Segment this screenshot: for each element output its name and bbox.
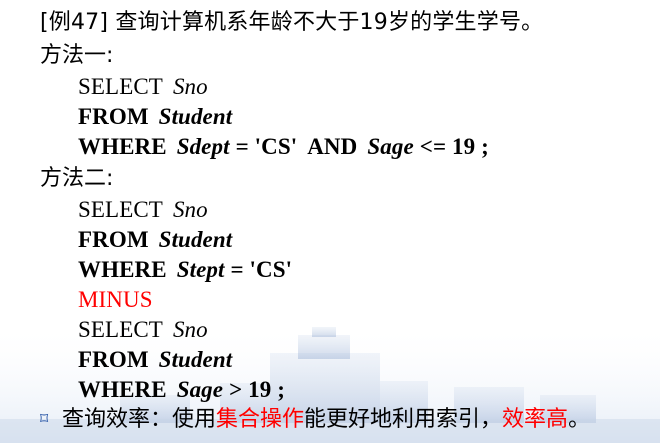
keyword-select: SELECT	[78, 317, 163, 342]
note-middle: 能更好地利用索引，	[304, 407, 503, 432]
method-two-from-line-b: FROM Student	[78, 346, 232, 374]
method-one-where-line: WHERE Sdept = 'CS' AND Sage <= 19 ;	[78, 133, 489, 161]
where-op: = 'CS'	[230, 257, 293, 282]
method-two-where-line-a: WHERE Stept = 'CS'	[78, 256, 292, 284]
keyword-select: SELECT	[78, 74, 163, 99]
where-op-two: <= 19 ;	[419, 134, 489, 159]
keyword-where: WHERE	[78, 377, 167, 402]
keyword-where: WHERE	[78, 134, 167, 159]
slide: [例47] 查询计算机系年龄不大于19岁的学生学号。 方法一: SELECT Sn…	[0, 0, 660, 443]
where-op: > 19 ;	[229, 377, 285, 402]
select-field: Sno	[172, 74, 208, 99]
efficiency-note: ⌑ 查询效率：使用集合操作能更好地利用索引，效率高。	[40, 405, 590, 434]
note-highlight-set-operation: 集合操作	[216, 407, 305, 432]
where-field-two: Sage	[367, 134, 414, 159]
note-prefix: 查询效率：使用	[62, 407, 217, 432]
method-two-where-line-b: WHERE Sage > 19 ;	[78, 376, 285, 404]
from-table: Student	[158, 227, 233, 252]
select-field: Sno	[172, 197, 208, 222]
keyword-from: FROM	[78, 227, 149, 252]
bullet-icon: ⌑	[40, 409, 49, 428]
where-field: Stept	[176, 257, 225, 282]
from-table: Student	[158, 347, 233, 372]
method-one-from-line: FROM Student	[78, 103, 232, 131]
keyword-where: WHERE	[78, 257, 167, 282]
keyword-minus: MINUS	[78, 287, 153, 312]
method-two-label: 方法二:	[40, 166, 114, 191]
where-and: AND	[307, 134, 358, 159]
method-one-label: 方法一:	[40, 43, 114, 68]
keyword-from: FROM	[78, 104, 149, 129]
select-field: Sno	[172, 317, 208, 342]
where-field: Sage	[176, 377, 224, 402]
where-op: = 'CS'	[235, 134, 298, 159]
where-field: Sdept	[176, 134, 230, 159]
method-two-select-line-a: SELECT Sno	[78, 196, 208, 224]
slide-title: [例47] 查询计算机系年龄不大于19岁的学生学号。	[40, 10, 544, 35]
method-one-select-line: SELECT Sno	[78, 73, 208, 101]
note-highlight-efficiency: 效率高	[502, 407, 569, 432]
from-table: Student	[158, 104, 233, 129]
note-suffix: 。	[568, 407, 591, 432]
keyword-select: SELECT	[78, 197, 163, 222]
method-two-from-line-a: FROM Student	[78, 226, 232, 254]
method-two-select-line-b: SELECT Sno	[78, 316, 208, 344]
keyword-from: FROM	[78, 347, 149, 372]
